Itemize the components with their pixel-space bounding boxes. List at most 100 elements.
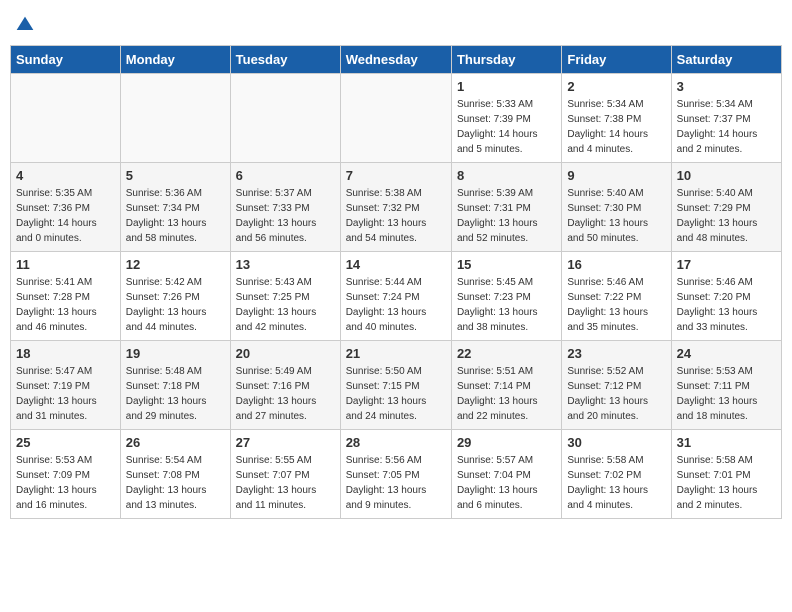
calendar-header-row: SundayMondayTuesdayWednesdayThursdayFrid… — [11, 46, 782, 74]
calendar-cell: 18 Sunrise: 5:47 AMSunset: 7:19 PMDayligh… — [11, 341, 121, 430]
calendar-cell: 20 Sunrise: 5:49 AMSunset: 7:16 PMDayligh… — [230, 341, 340, 430]
day-number: 9 — [567, 168, 665, 183]
day-number: 20 — [236, 346, 335, 361]
day-number: 21 — [346, 346, 446, 361]
day-number: 25 — [16, 435, 115, 450]
calendar-cell: 2 Sunrise: 5:34 AMSunset: 7:38 PMDaylight… — [562, 74, 671, 163]
calendar-cell: 30 Sunrise: 5:58 AMSunset: 7:02 PMDayligh… — [562, 430, 671, 519]
day-number: 30 — [567, 435, 665, 450]
day-info: Sunrise: 5:41 AMSunset: 7:28 PMDaylight:… — [16, 275, 115, 335]
day-number: 7 — [346, 168, 446, 183]
calendar-cell: 25 Sunrise: 5:53 AMSunset: 7:09 PMDayligh… — [11, 430, 121, 519]
day-number: 18 — [16, 346, 115, 361]
calendar-cell: 14 Sunrise: 5:44 AMSunset: 7:24 PMDayligh… — [340, 252, 451, 341]
calendar-day-header: Tuesday — [230, 46, 340, 74]
calendar-cell: 23 Sunrise: 5:52 AMSunset: 7:12 PMDayligh… — [562, 341, 671, 430]
day-number: 10 — [677, 168, 776, 183]
day-number: 6 — [236, 168, 335, 183]
calendar-cell — [11, 74, 121, 163]
day-info: Sunrise: 5:58 AMSunset: 7:01 PMDaylight:… — [677, 453, 776, 513]
day-number: 2 — [567, 79, 665, 94]
day-info: Sunrise: 5:33 AMSunset: 7:39 PMDaylight:… — [457, 97, 556, 157]
day-number: 16 — [567, 257, 665, 272]
calendar-cell — [230, 74, 340, 163]
day-number: 29 — [457, 435, 556, 450]
calendar-day-header: Monday — [120, 46, 230, 74]
calendar-cell: 29Sunrise: 5:57 AMSunset: 7:04 PMDayligh… — [451, 430, 561, 519]
calendar-week-row: 1 Sunrise: 5:33 AMSunset: 7:39 PMDaylight… — [11, 74, 782, 163]
day-info: Sunrise: 5:43 AMSunset: 7:25 PMDaylight:… — [236, 275, 335, 335]
calendar-cell: 5 Sunrise: 5:36 AMSunset: 7:34 PMDaylight… — [120, 163, 230, 252]
calendar-cell: 31Sunrise: 5:58 AMSunset: 7:01 PMDayligh… — [671, 430, 781, 519]
day-info: Sunrise: 5:38 AMSunset: 7:32 PMDaylight:… — [346, 186, 446, 246]
calendar-day-header: Sunday — [11, 46, 121, 74]
day-number: 23 — [567, 346, 665, 361]
calendar-cell: 15 Sunrise: 5:45 AMSunset: 7:23 PMDayligh… — [451, 252, 561, 341]
calendar-cell: 4 Sunrise: 5:35 AMSunset: 7:36 PMDaylight… — [11, 163, 121, 252]
day-info: Sunrise: 5:58 AMSunset: 7:02 PMDaylight:… — [567, 453, 665, 513]
calendar-cell: 19Sunrise: 5:48 AMSunset: 7:18 PMDayligh… — [120, 341, 230, 430]
day-info: Sunrise: 5:46 AMSunset: 7:22 PMDaylight:… — [567, 275, 665, 335]
day-info: Sunrise: 5:52 AMSunset: 7:12 PMDaylight:… — [567, 364, 665, 424]
calendar-week-row: 11 Sunrise: 5:41 AMSunset: 7:28 PMDayligh… — [11, 252, 782, 341]
day-info: Sunrise: 5:40 AMSunset: 7:30 PMDaylight:… — [567, 186, 665, 246]
day-info: Sunrise: 5:37 AMSunset: 7:33 PMDaylight:… — [236, 186, 335, 246]
day-number: 11 — [16, 257, 115, 272]
calendar-cell — [120, 74, 230, 163]
day-number: 17 — [677, 257, 776, 272]
day-info: Sunrise: 5:49 AMSunset: 7:16 PMDaylight:… — [236, 364, 335, 424]
day-info: Sunrise: 5:45 AMSunset: 7:23 PMDaylight:… — [457, 275, 556, 335]
day-info: Sunrise: 5:34 AMSunset: 7:38 PMDaylight:… — [567, 97, 665, 157]
day-info: Sunrise: 5:35 AMSunset: 7:36 PMDaylight:… — [16, 186, 115, 246]
calendar-cell: 6 Sunrise: 5:37 AMSunset: 7:33 PMDaylight… — [230, 163, 340, 252]
day-number: 1 — [457, 79, 556, 94]
calendar-cell: 9 Sunrise: 5:40 AMSunset: 7:30 PMDaylight… — [562, 163, 671, 252]
day-info: Sunrise: 5:46 AMSunset: 7:20 PMDaylight:… — [677, 275, 776, 335]
calendar-cell: 16 Sunrise: 5:46 AMSunset: 7:22 PMDayligh… — [562, 252, 671, 341]
day-number: 5 — [126, 168, 225, 183]
calendar-day-header: Thursday — [451, 46, 561, 74]
calendar-day-header: Wednesday — [340, 46, 451, 74]
day-info: Sunrise: 5:44 AMSunset: 7:24 PMDaylight:… — [346, 275, 446, 335]
day-info: Sunrise: 5:47 AMSunset: 7:19 PMDaylight:… — [16, 364, 115, 424]
day-number: 8 — [457, 168, 556, 183]
day-info: Sunrise: 5:36 AMSunset: 7:34 PMDaylight:… — [126, 186, 225, 246]
day-number: 26 — [126, 435, 225, 450]
calendar-week-row: 18 Sunrise: 5:47 AMSunset: 7:19 PMDayligh… — [11, 341, 782, 430]
day-info: Sunrise: 5:53 AMSunset: 7:09 PMDaylight:… — [16, 453, 115, 513]
day-number: 3 — [677, 79, 776, 94]
calendar-cell: 24Sunrise: 5:53 AMSunset: 7:11 PMDayligh… — [671, 341, 781, 430]
day-info: Sunrise: 5:56 AMSunset: 7:05 PMDaylight:… — [346, 453, 446, 513]
calendar-cell: 13 Sunrise: 5:43 AMSunset: 7:25 PMDayligh… — [230, 252, 340, 341]
calendar-cell: 22 Sunrise: 5:51 AMSunset: 7:14 PMDayligh… — [451, 341, 561, 430]
day-info: Sunrise: 5:50 AMSunset: 7:15 PMDaylight:… — [346, 364, 446, 424]
day-number: 15 — [457, 257, 556, 272]
day-number: 22 — [457, 346, 556, 361]
calendar-cell: 12Sunrise: 5:42 AMSunset: 7:26 PMDayligh… — [120, 252, 230, 341]
day-number: 13 — [236, 257, 335, 272]
calendar-week-row: 25 Sunrise: 5:53 AMSunset: 7:09 PMDayligh… — [11, 430, 782, 519]
calendar-cell: 10 Sunrise: 5:40 AMSunset: 7:29 PMDayligh… — [671, 163, 781, 252]
day-number: 4 — [16, 168, 115, 183]
day-info: Sunrise: 5:34 AMSunset: 7:37 PMDaylight:… — [677, 97, 776, 157]
calendar-day-header: Saturday — [671, 46, 781, 74]
day-info: Sunrise: 5:39 AMSunset: 7:31 PMDaylight:… — [457, 186, 556, 246]
day-info: Sunrise: 5:51 AMSunset: 7:14 PMDaylight:… — [457, 364, 556, 424]
calendar-cell: 8 Sunrise: 5:39 AMSunset: 7:31 PMDaylight… — [451, 163, 561, 252]
calendar-day-header: Friday — [562, 46, 671, 74]
day-number: 14 — [346, 257, 446, 272]
calendar-cell: 17 Sunrise: 5:46 AMSunset: 7:20 PMDayligh… — [671, 252, 781, 341]
calendar-cell: 26 Sunrise: 5:54 AMSunset: 7:08 PMDayligh… — [120, 430, 230, 519]
calendar-cell: 1 Sunrise: 5:33 AMSunset: 7:39 PMDaylight… — [451, 74, 561, 163]
day-info: Sunrise: 5:54 AMSunset: 7:08 PMDaylight:… — [126, 453, 225, 513]
day-info: Sunrise: 5:40 AMSunset: 7:29 PMDaylight:… — [677, 186, 776, 246]
calendar-table: SundayMondayTuesdayWednesdayThursdayFrid… — [10, 45, 782, 519]
calendar-cell — [340, 74, 451, 163]
calendar-cell: 28Sunrise: 5:56 AMSunset: 7:05 PMDayligh… — [340, 430, 451, 519]
calendar-cell: 27Sunrise: 5:55 AMSunset: 7:07 PMDayligh… — [230, 430, 340, 519]
day-info: Sunrise: 5:48 AMSunset: 7:18 PMDaylight:… — [126, 364, 225, 424]
calendar-week-row: 4 Sunrise: 5:35 AMSunset: 7:36 PMDaylight… — [11, 163, 782, 252]
calendar-cell: 21 Sunrise: 5:50 AMSunset: 7:15 PMDayligh… — [340, 341, 451, 430]
calendar-cell: 11 Sunrise: 5:41 AMSunset: 7:28 PMDayligh… — [11, 252, 121, 341]
day-info: Sunrise: 5:55 AMSunset: 7:07 PMDaylight:… — [236, 453, 335, 513]
